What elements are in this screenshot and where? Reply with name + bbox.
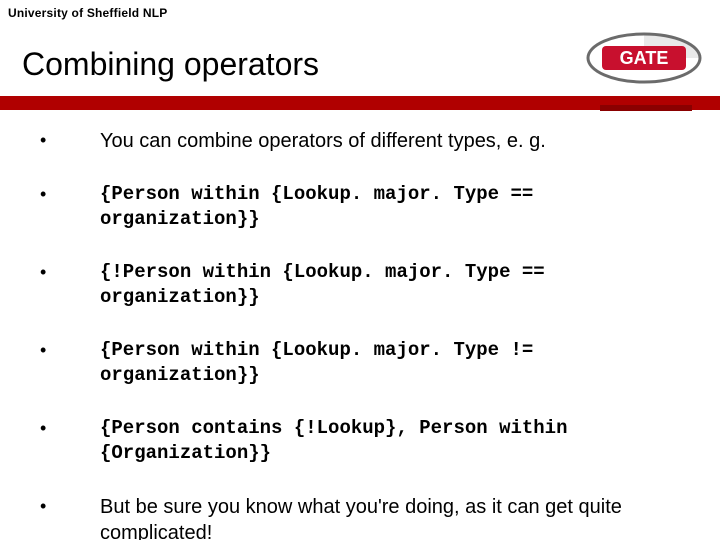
bullet-code: {Person contains {!Lookup}, Person withi… <box>100 416 690 466</box>
bullet-text: You can combine operators of different t… <box>100 128 690 154</box>
bullet-code: {Person within {Lookup. major. Type != o… <box>100 338 690 388</box>
gate-logo: GATE <box>584 28 704 88</box>
list-item: • You can combine operators of different… <box>30 128 690 154</box>
list-item: • {Person within {Lookup. major. Type !=… <box>30 338 690 388</box>
bullet-code: {!Person within {Lookup. major. Type == … <box>100 260 690 310</box>
bullet-icon: • <box>30 260 100 284</box>
list-item: • But be sure you know what you're doing… <box>30 494 690 540</box>
list-item: • {Person within {Lookup. major. Type ==… <box>30 182 690 232</box>
slide: University of Sheffield NLP GATE Combini… <box>0 0 720 540</box>
slide-title: Combining operators <box>22 46 319 83</box>
affiliation-label: University of Sheffield NLP <box>8 6 167 20</box>
bullet-icon: • <box>30 416 100 440</box>
logo-text: GATE <box>620 48 669 68</box>
bullet-code: {Person within {Lookup. major. Type == o… <box>100 182 690 232</box>
list-item: • {!Person within {Lookup. major. Type =… <box>30 260 690 310</box>
bullet-list: • You can combine operators of different… <box>30 128 690 540</box>
bullet-text: But be sure you know what you're doing, … <box>100 494 690 540</box>
title-underline-accent <box>600 105 692 111</box>
bullet-icon: • <box>30 494 100 518</box>
bullet-icon: • <box>30 128 100 152</box>
list-item: • {Person contains {!Lookup}, Person wit… <box>30 416 690 466</box>
bullet-icon: • <box>30 338 100 362</box>
bullet-icon: • <box>30 182 100 206</box>
